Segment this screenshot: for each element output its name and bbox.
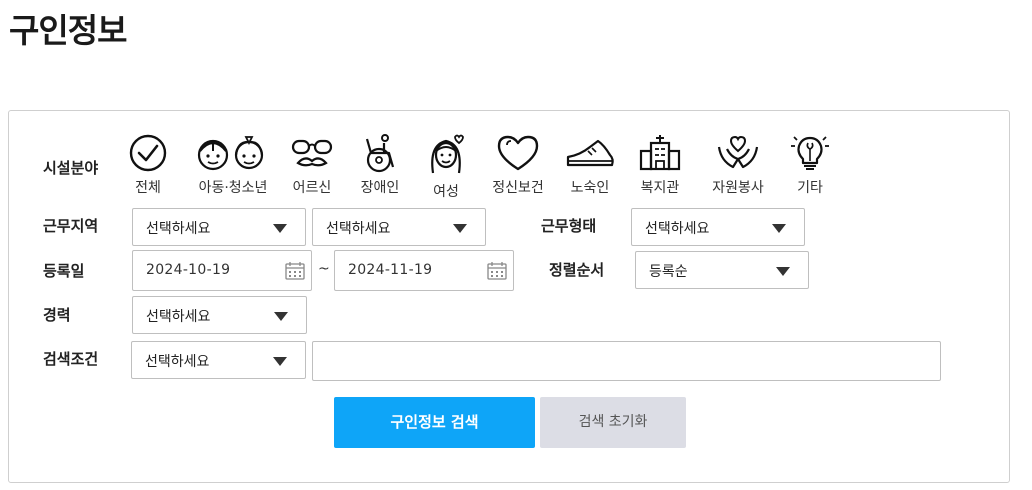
woman-icon <box>431 134 464 174</box>
glasses-mustache-icon <box>291 139 333 167</box>
facility-label: 시설분야 <box>43 159 99 177</box>
category-label: 정신보건 <box>492 180 544 196</box>
search-button[interactable]: 구인정보 검색 <box>334 397 535 448</box>
sort-select[interactable]: 등록순 <box>635 251 809 289</box>
category-all[interactable]: 전체 <box>113 133 183 197</box>
region-select-value: 선택하세요 <box>146 221 211 237</box>
keyword-input[interactable] <box>312 341 941 381</box>
sort-label: 정렬순서 <box>549 261 605 279</box>
check-circle-icon <box>129 134 167 172</box>
regdate-label: 등록일 <box>43 262 85 280</box>
condition-label: 검색조건 <box>43 350 99 368</box>
category-welfare-center[interactable]: 복지관 <box>625 133 695 197</box>
reset-button[interactable]: 검색 초기화 <box>540 397 686 448</box>
heart-icon <box>497 135 539 171</box>
category-label: 복지관 <box>640 180 680 196</box>
region-label: 근무지역 <box>43 217 99 235</box>
date-from-input[interactable]: 2024-10-19 <box>132 250 312 291</box>
category-label: 아동·청소년 <box>198 180 268 196</box>
wheelchair-icon <box>365 134 395 173</box>
date-to-input[interactable]: 2024-11-19 <box>334 250 514 291</box>
category-children[interactable]: 아동·청소년 <box>189 133 277 197</box>
category-disabled[interactable]: 장애인 <box>345 133 415 197</box>
category-mental-health[interactable]: 정신보건 <box>483 133 553 197</box>
search-panel: 시설분야 전체 아동·청소년 어르신 장애인 여성 정신보건 노숙인 복지관 자… <box>8 110 1010 483</box>
category-label: 어르신 <box>292 180 332 196</box>
career-label: 경력 <box>43 306 71 324</box>
lightbulb-icon <box>791 136 829 170</box>
category-label: 노숙인 <box>570 180 610 196</box>
career-select[interactable]: 선택하세요 <box>132 296 307 334</box>
date-to-value: 2024-11-19 <box>348 262 433 278</box>
hands-heart-icon <box>717 135 759 169</box>
chevron-down-icon <box>772 224 786 233</box>
category-label: 전체 <box>135 180 161 196</box>
chevron-down-icon <box>274 312 288 321</box>
children-icon <box>197 136 264 171</box>
category-etc[interactable]: 기타 <box>775 133 845 197</box>
worktype-label: 근무형태 <box>541 217 597 235</box>
building-icon <box>639 135 681 171</box>
shoe-icon <box>566 139 614 167</box>
calendar-icon[interactable] <box>487 262 507 280</box>
region-select-city[interactable]: 선택하세요 <box>312 208 486 246</box>
sort-select-value: 등록순 <box>649 264 688 280</box>
chevron-down-icon <box>776 267 790 276</box>
category-label: 장애인 <box>360 180 400 196</box>
page-title: 구인정보 <box>9 11 127 50</box>
category-elderly[interactable]: 어르신 <box>277 133 347 197</box>
region-select-province[interactable]: 선택하세요 <box>132 208 306 246</box>
date-separator: ~ <box>318 261 330 277</box>
career-select-value: 선택하세요 <box>146 309 211 325</box>
chevron-down-icon <box>273 357 287 366</box>
date-from-value: 2024-10-19 <box>146 262 231 278</box>
category-label: 자원봉사 <box>712 180 764 196</box>
worktype-select-value: 선택하세요 <box>645 221 710 237</box>
condition-select[interactable]: 선택하세요 <box>131 341 306 379</box>
calendar-icon[interactable] <box>285 262 305 280</box>
category-homeless[interactable]: 노숙인 <box>555 133 625 197</box>
category-label: 여성 <box>433 184 459 200</box>
category-label: 기타 <box>797 180 823 196</box>
chevron-down-icon <box>453 224 467 233</box>
chevron-down-icon <box>273 224 287 233</box>
category-volunteer[interactable]: 자원봉사 <box>703 133 773 197</box>
worktype-select[interactable]: 선택하세요 <box>631 208 805 246</box>
condition-select-value: 선택하세요 <box>145 354 210 370</box>
category-women[interactable]: 여성 <box>411 133 481 201</box>
region-select-value: 선택하세요 <box>326 221 391 237</box>
